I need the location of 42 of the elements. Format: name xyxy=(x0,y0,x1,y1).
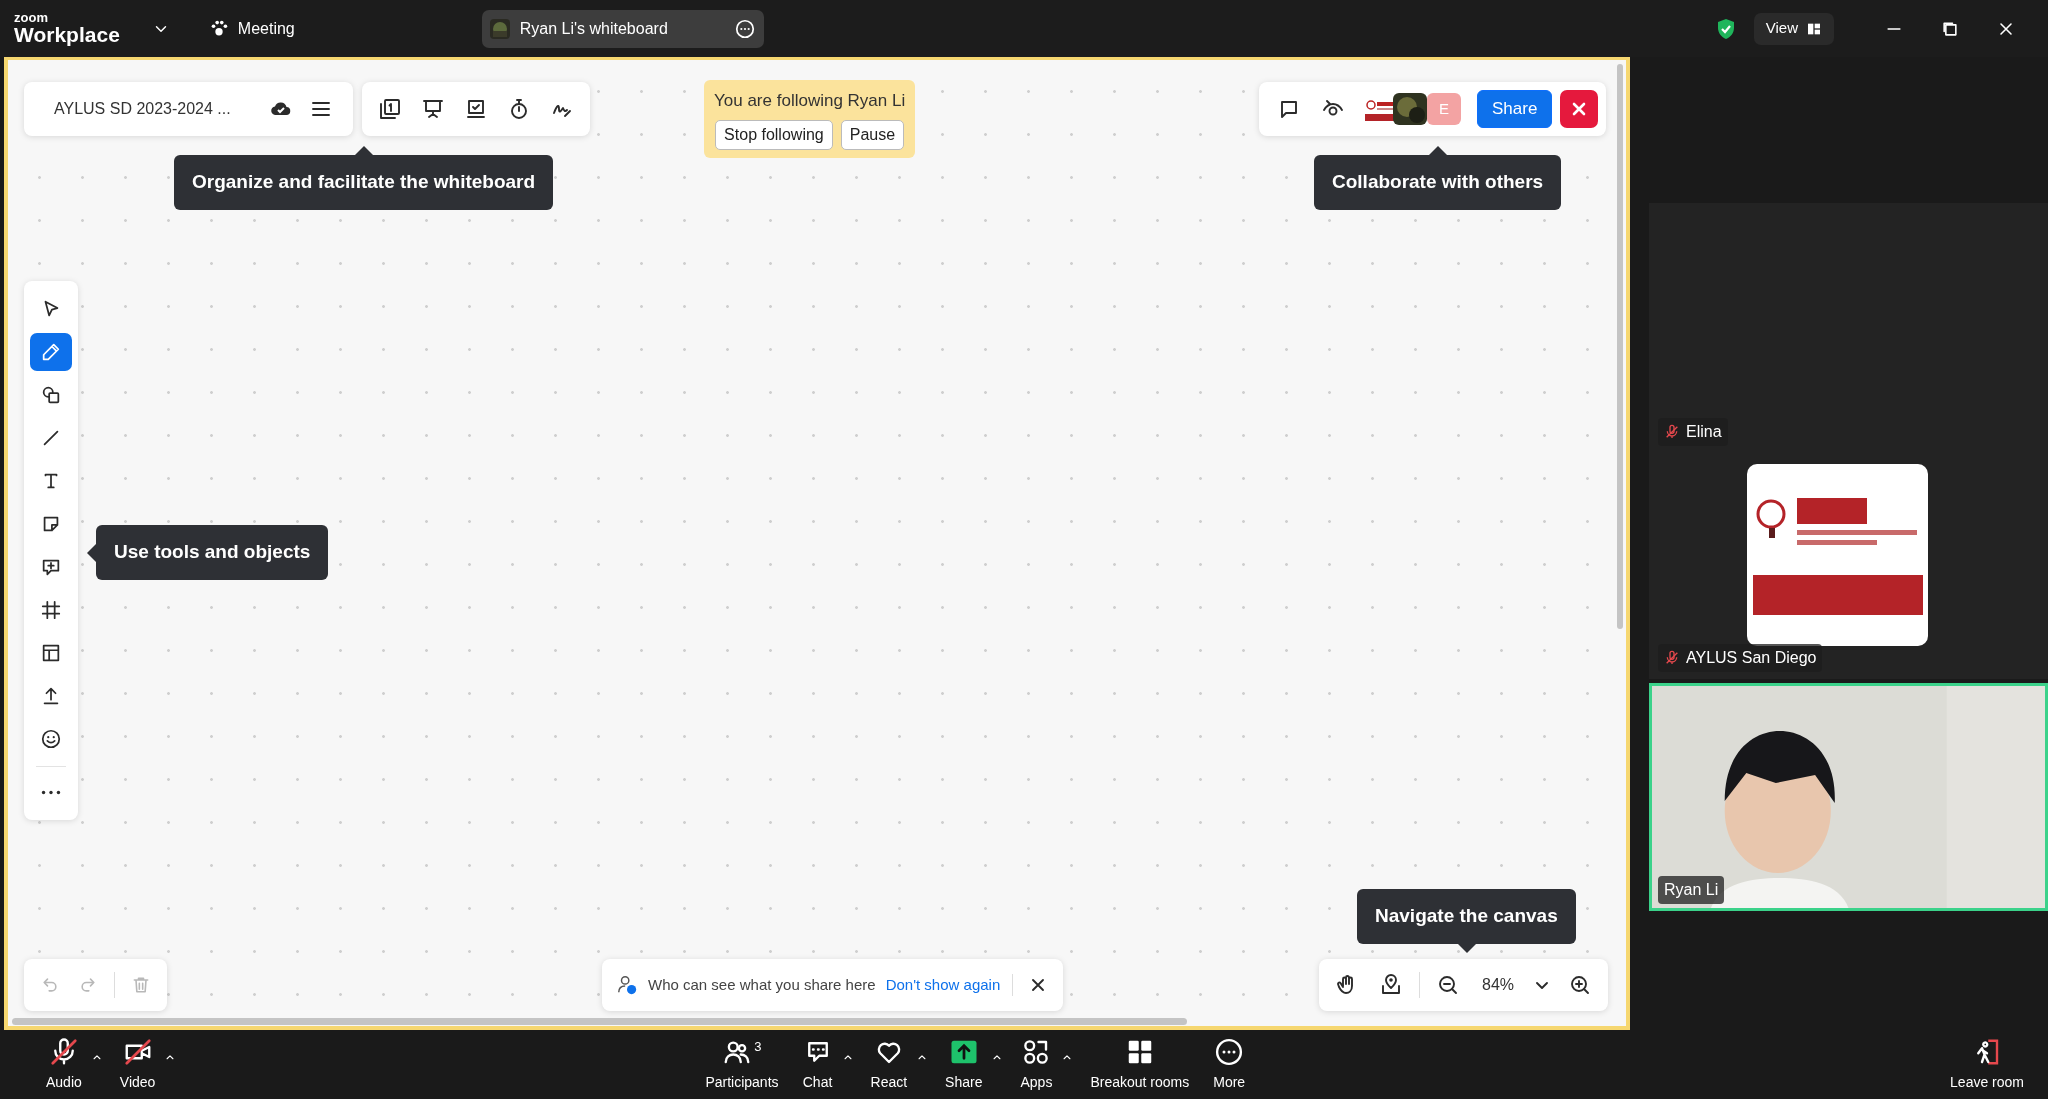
view-button[interactable]: View xyxy=(1753,12,1834,45)
person-icon xyxy=(616,974,638,996)
apps-button[interactable]: Apps xyxy=(1014,1032,1059,1097)
tooltip-pointer xyxy=(87,543,96,562)
scrollbar[interactable] xyxy=(1617,64,1623,629)
logo-text: zoom xyxy=(14,10,49,24)
share-button[interactable]: Share xyxy=(1477,90,1553,128)
frame-icon xyxy=(40,598,62,621)
pause-button[interactable]: Pause xyxy=(840,119,905,150)
follow-text: You are following Ryan Li xyxy=(714,90,906,112)
breakout-button[interactable]: Breakout rooms xyxy=(1084,1032,1196,1097)
share-button[interactable]: Share xyxy=(939,1032,989,1097)
tooltip: Organize and facilitate the whiteboard xyxy=(174,155,554,210)
more-button[interactable]: More xyxy=(1207,1032,1252,1097)
notice-text: Who can see what you share here xyxy=(648,974,876,995)
participants-button[interactable]: 3 Participants xyxy=(699,1032,785,1097)
stop-following-button[interactable]: Stop following xyxy=(715,119,833,150)
chat-button[interactable]: Chat xyxy=(796,1032,839,1097)
more-options-icon[interactable] xyxy=(733,17,756,40)
tooltip: Collaborate with others xyxy=(1314,155,1562,210)
logo-text: Workplace xyxy=(14,23,120,46)
leave-button[interactable]: Leave room xyxy=(1944,1032,2030,1097)
tooltip-pointer xyxy=(354,146,373,155)
tooltip: Navigate the canvas xyxy=(1357,889,1576,944)
pen-tool[interactable] xyxy=(30,332,72,371)
more-icon xyxy=(41,790,61,795)
react-button[interactable]: React xyxy=(864,1032,914,1097)
tooltip: Use tools and objects xyxy=(96,525,329,580)
smiley-icon xyxy=(40,727,62,750)
whiteboard-tab[interactable]: Ryan Li's whiteboard xyxy=(481,9,764,48)
scrollbar[interactable] xyxy=(12,1018,1187,1025)
video-button[interactable]: Video xyxy=(113,1032,162,1097)
zoom-level[interactable]: 84% xyxy=(1482,973,1515,997)
more-icon xyxy=(1214,1036,1245,1067)
participant-name: Ryan Li xyxy=(1664,880,1719,900)
audio-button[interactable]: Audio xyxy=(40,1032,88,1097)
participant-name: AYLUS San Diego xyxy=(1686,648,1817,668)
participant-name: Elina xyxy=(1686,422,1722,442)
tooltip-pointer xyxy=(1428,146,1447,155)
participant-count: 3 xyxy=(754,1037,762,1056)
dont-show-again-link[interactable]: Don't show again xyxy=(885,973,1014,997)
meeting-button[interactable]: Meeting xyxy=(207,16,295,41)
